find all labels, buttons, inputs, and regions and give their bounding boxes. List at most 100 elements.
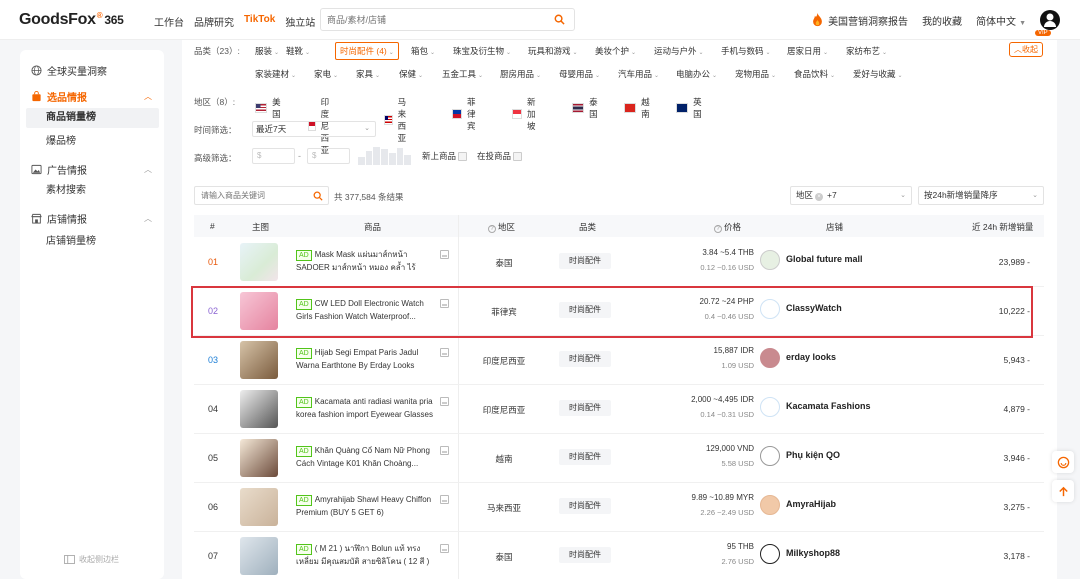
logo[interactable]: GoodsFox® 365 [19, 11, 124, 29]
category-option[interactable]: 家具 ⌄ [356, 68, 380, 80]
image-search-icon[interactable] [440, 544, 449, 553]
price-max-input[interactable]: $ [307, 148, 350, 164]
category-option[interactable]: 保健 ⌄ [399, 68, 423, 80]
report-link[interactable]: 美国营销洞察报告 [811, 13, 908, 28]
table-row[interactable]: 07 AD( M 21 ) นาฬิกา Bolun แท้ ทรง เหลี่ย… [194, 532, 1044, 579]
nav-item-tiktok[interactable]: TikTok [244, 14, 275, 29]
image-search-icon[interactable] [440, 495, 449, 504]
product-thumbnail[interactable] [240, 243, 278, 281]
help-icon[interactable]: ? [488, 225, 496, 233]
category-option[interactable]: 五金工具 ⌄ [442, 68, 483, 80]
price-histogram[interactable] [358, 147, 412, 165]
shop-name[interactable]: erday looks [786, 352, 836, 362]
sidebar-item-creative-search[interactable]: 素材搜索 [26, 181, 159, 201]
image-search-icon[interactable] [440, 446, 449, 455]
sidebar-group-product-intel[interactable]: 选品情报 [31, 89, 87, 104]
price-min-input[interactable]: $ [252, 148, 295, 164]
shop-name[interactable]: Global future mall [786, 254, 863, 264]
collapse-filters-button[interactable]: ︿收起 [1009, 42, 1043, 57]
category-option[interactable]: 玩具和游戏 ⌄ [528, 45, 578, 57]
sidebar-group-shop-intel[interactable]: 店铺情报 [31, 211, 87, 226]
image-search-icon[interactable] [440, 250, 449, 259]
image-search-icon[interactable] [440, 348, 449, 357]
category-option[interactable]: 爱好与收藏 ⌄ [853, 68, 903, 80]
product-title[interactable]: AD Mask Mask แผ่นมาส์กหน้า SADOER มาส์กหน… [296, 248, 436, 276]
shop-name[interactable]: Kacamata Fashions [786, 401, 871, 411]
product-title[interactable]: AD Amyrahijab Shawl Heavy Chiffon Premium… [296, 493, 436, 521]
region-multi-select[interactable]: 地区 × +7 ⌄ [790, 186, 912, 205]
product-thumbnail[interactable] [240, 341, 278, 379]
sidebar-item-shop-sales-rank[interactable]: 店铺销量榜 [26, 232, 159, 252]
nav-item-workbench[interactable]: 工作台 [154, 14, 184, 29]
shop-name[interactable]: AmyraHijab [786, 499, 836, 509]
region-option[interactable]: 马来西亚 [384, 96, 414, 144]
shop-name[interactable]: Phụ kiện QO [786, 450, 840, 460]
sidebar-item-hot-products[interactable]: 爆品榜 [26, 132, 159, 152]
table-row[interactable]: 06 AD Amyrahijab Shawl Heavy Chiffon Premi… [194, 483, 1044, 532]
category-option[interactable]: 母婴用品 ⌄ [559, 68, 600, 80]
global-search-input[interactable] [321, 9, 541, 30]
category-option[interactable]: 居家日用 ⌄ [787, 45, 828, 57]
table-row[interactable]: 03 AD Hijab Segi Empat Paris Jadul Warna E… [194, 336, 1044, 385]
category-option[interactable]: 家电 ⌄ [314, 68, 338, 80]
close-icon[interactable]: × [815, 193, 824, 201]
chevron-up-icon[interactable]: ︿ [144, 164, 152, 175]
product-title[interactable]: AD Khăn Quàng Cổ Nam Nữ Phong Cách Vintag… [296, 444, 436, 472]
region-option[interactable]: 越南 [624, 96, 654, 120]
product-title[interactable]: AD Hijab Segi Empat Paris Jadul Warna Ear… [296, 346, 436, 374]
region-option[interactable]: 泰国 [572, 96, 602, 120]
product-thumbnail[interactable] [240, 537, 278, 575]
sidebar-item-product-sales-rank[interactable]: 商品销量榜 [26, 108, 159, 128]
category-option[interactable]: 电脑办公 ⌄ [676, 68, 717, 80]
product-thumbnail[interactable] [240, 390, 278, 428]
chevron-up-icon[interactable]: ︿ [144, 213, 152, 224]
favorites-link[interactable]: 我的收藏 [922, 13, 962, 28]
category-option[interactable]: 食品饮料 ⌄ [794, 68, 835, 80]
user-avatar[interactable]: VIP [1035, 10, 1060, 36]
category-option[interactable]: 鞋靴 ⌄ [286, 45, 310, 57]
category-option[interactable]: 美妆个护 ⌄ [595, 45, 636, 57]
category-option[interactable]: 运动与户外 ⌄ [654, 45, 704, 57]
category-option[interactable]: 厨房用品 ⌄ [500, 68, 541, 80]
time-range-select[interactable]: 最近7天 ⌄ [252, 121, 376, 137]
keyword-search-input[interactable] [195, 187, 305, 204]
header-sales[interactable]: 近 24h 新增销量 [972, 221, 1033, 233]
language-select[interactable]: 简体中文 ▼ [976, 13, 1026, 28]
back-to-top-button[interactable] [1052, 480, 1074, 502]
category-option[interactable]: 时尚配件 (4) ⌄ [335, 42, 399, 60]
category-option[interactable]: 汽车用品 ⌄ [618, 68, 659, 80]
category-option[interactable]: 手机与数码 ⌄ [721, 45, 771, 57]
table-row[interactable]: 05 AD Khăn Quàng Cổ Nam Nữ Phong Cách Vint… [194, 434, 1044, 483]
table-row[interactable]: 04 AD Kacamata anti radiasi wanita pria ko… [194, 385, 1044, 434]
sort-select[interactable]: 按24h新增销量降序 ⌄ [918, 186, 1044, 205]
image-search-icon[interactable] [440, 397, 449, 406]
nav-item-independent-site[interactable]: 独立站 [285, 14, 315, 29]
region-option[interactable]: 英国 [676, 96, 706, 120]
collapse-sidebar-button[interactable]: 收起侧边栏 [64, 554, 119, 565]
new-products-checkbox[interactable]: 新上商品 [422, 150, 468, 162]
product-thumbnail[interactable] [240, 488, 278, 526]
product-thumbnail[interactable] [240, 439, 278, 477]
sidebar-item-global-insights[interactable]: 全球买量洞察 [31, 63, 107, 78]
chevron-up-icon[interactable]: ︿ [144, 91, 152, 102]
table-row[interactable]: 01 AD Mask Mask แผ่นมาส์กหน้า SADOER มาส์ก… [194, 238, 1044, 287]
category-option[interactable]: 家纺布艺 ⌄ [846, 45, 887, 57]
category-option[interactable]: 宠物用品 ⌄ [735, 68, 776, 80]
search-button[interactable] [544, 9, 574, 30]
category-option[interactable]: 家装建材 ⌄ [255, 68, 296, 80]
product-title[interactable]: AD( M 21 ) นาฬิกา Bolun แท้ ทรง เหลี่ยม … [296, 542, 436, 570]
region-option[interactable]: 美国 [255, 96, 285, 120]
category-option[interactable]: 箱包 ⌄ [411, 45, 435, 57]
region-option[interactable]: 新加坡 [512, 96, 542, 132]
nav-item-brand-research[interactable]: 品牌研究 [194, 14, 234, 29]
region-option[interactable]: 菲律宾 [452, 96, 482, 132]
live-products-checkbox[interactable]: 在投商品 [477, 150, 523, 162]
product-title[interactable]: AD Kacamata anti radiasi wanita pria kore… [296, 395, 436, 423]
category-option[interactable]: 珠宝及衍生物 ⌄ [453, 45, 511, 57]
chat-button[interactable] [1052, 451, 1074, 473]
sidebar-group-ad-intel[interactable]: 广告情报 [31, 162, 87, 177]
help-icon[interactable]: ? [714, 225, 722, 233]
category-option[interactable]: 服装 ⌄ [255, 45, 279, 57]
search-icon[interactable] [313, 191, 323, 201]
shop-name[interactable]: Milkyshop88 [786, 548, 840, 558]
